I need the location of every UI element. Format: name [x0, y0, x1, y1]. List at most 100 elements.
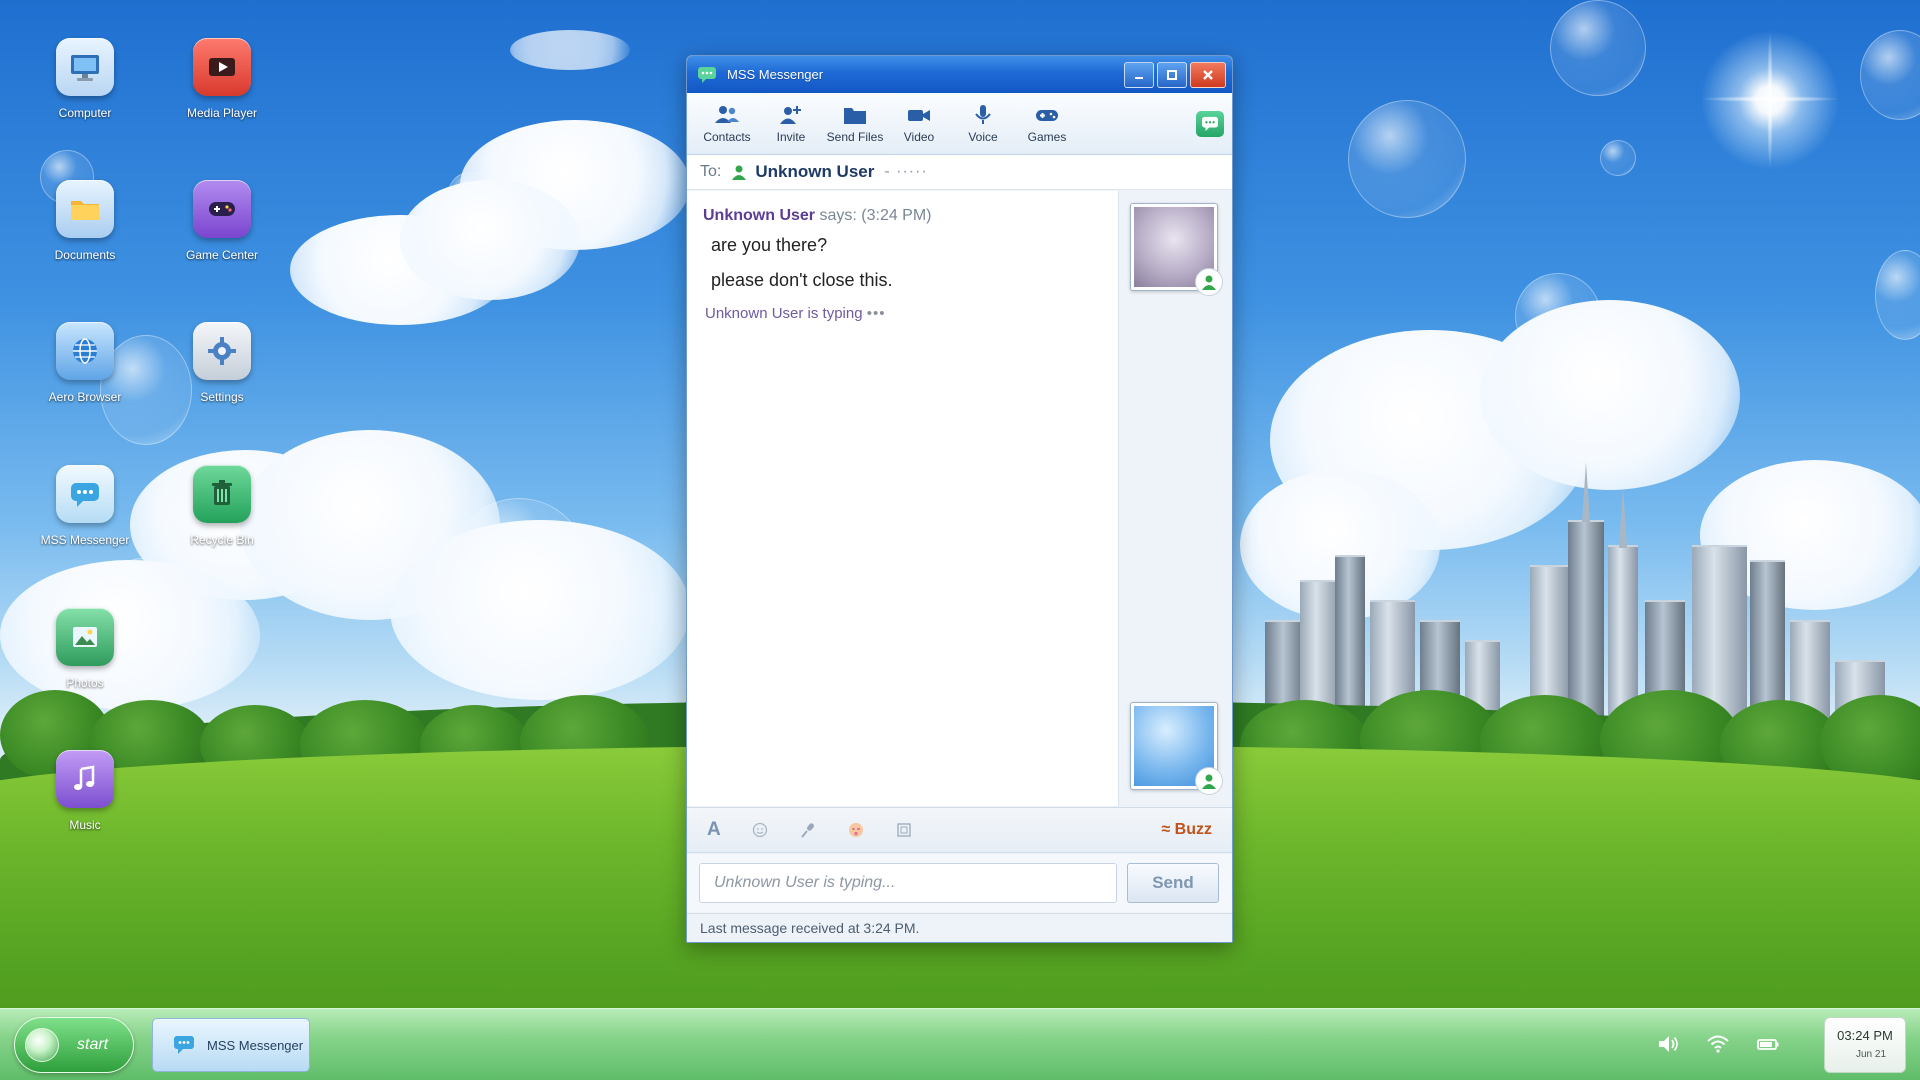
photo-icon	[56, 608, 114, 666]
wink-button[interactable]	[847, 821, 865, 839]
cloud	[390, 520, 690, 700]
system-tray	[1656, 1033, 1780, 1055]
messenger-toolbar: Contacts Invite Send Files Video Voice G…	[687, 93, 1232, 155]
desktop-icon-label: Music	[69, 818, 101, 832]
building-spire	[1619, 488, 1627, 548]
buzz-button[interactable]: ≈ Buzz	[1161, 821, 1212, 839]
folder-icon	[56, 180, 114, 238]
window-titlebar[interactable]: MSS Messenger	[687, 56, 1232, 93]
computer-icon	[56, 38, 114, 96]
cloud	[510, 30, 630, 70]
taskbar-item-mss-messenger[interactable]: MSS Messenger	[152, 1018, 310, 1072]
desktop-icon-label: Aero Browser	[48, 390, 122, 404]
bubble-decoration	[1860, 30, 1920, 120]
wifi-icon[interactable]	[1706, 1033, 1730, 1055]
desktop-icon-aero-browser[interactable]: Aero Browser	[25, 322, 145, 404]
clock-date: Jun 21	[1855, 1049, 1887, 1060]
minimize-icon	[1135, 76, 1143, 79]
messenger-app-icon	[698, 66, 716, 83]
desktop-icon-game-center[interactable]: Game Center	[162, 180, 282, 262]
bubble-decoration	[1600, 140, 1636, 176]
message-time: (3:24 PM)	[861, 207, 932, 224]
start-label: start	[77, 1036, 109, 1053]
to-label: To:	[700, 163, 722, 180]
building-spire	[1582, 462, 1590, 522]
desktop-icon-music[interactable]: Music	[25, 750, 145, 832]
desktop-icon-label: Game Center	[185, 248, 259, 262]
compose-row: Send	[687, 854, 1232, 912]
start-button[interactable]: start	[14, 1017, 134, 1073]
desktop-icon-label: Photos	[66, 676, 104, 690]
toolbar-contacts-button[interactable]: Contacts	[695, 103, 759, 144]
desktop-icon-mss-messenger[interactable]: MSS Messenger	[25, 465, 145, 547]
online-status-icon	[1195, 268, 1223, 296]
music-note-icon	[56, 750, 114, 808]
toolbar-video-button[interactable]: Video	[887, 103, 951, 144]
conversation-pane[interactable]: Unknown User says: (3:24 PM) are you the…	[687, 191, 1119, 806]
maximize-icon	[1167, 69, 1177, 80]
microphone-icon	[801, 823, 814, 838]
contact-avatar[interactable]	[1130, 203, 1223, 296]
desktop-icon-label: Media Player	[186, 106, 258, 120]
toolbar-games-button[interactable]: Games	[1015, 103, 1079, 144]
cloud	[400, 180, 580, 300]
image-icon	[897, 823, 911, 837]
typing-dots: •••	[866, 305, 886, 322]
chat-status-button[interactable]	[1196, 110, 1224, 137]
font-button[interactable]: A	[707, 819, 721, 841]
close-icon	[1203, 69, 1213, 80]
chat-icon	[1202, 116, 1218, 131]
send-button[interactable]: Send	[1127, 863, 1219, 903]
bubble-decoration	[1875, 250, 1920, 340]
recipient-status: - ·····	[884, 163, 928, 180]
desktop-icon-label: Documents	[54, 248, 116, 262]
video-camera-icon	[908, 110, 930, 121]
contacts-icon	[715, 106, 739, 123]
emoticon-button[interactable]	[751, 821, 769, 839]
message-header: Unknown User says: (3:24 PM)	[703, 207, 1102, 225]
desktop-icon-media-player[interactable]: Media Player	[162, 38, 282, 120]
desktop-icon-label: Settings	[200, 390, 244, 404]
chat-icon	[56, 465, 114, 523]
recipient-bar: To: Unknown User - ·····	[687, 155, 1232, 190]
toolbar-voice-button[interactable]: Voice	[951, 103, 1015, 144]
gamepad-icon	[193, 180, 251, 238]
desktop-icon-label: MSS Messenger	[40, 533, 130, 547]
start-orb-icon	[25, 1028, 59, 1062]
my-avatar[interactable]	[1130, 702, 1223, 795]
message-input[interactable]	[699, 863, 1117, 903]
gear-icon	[193, 322, 251, 380]
toolbar-send-files-button[interactable]: Send Files	[823, 103, 887, 144]
globe-icon	[56, 322, 114, 380]
microphone-icon	[975, 105, 991, 124]
message-says: says:	[819, 207, 857, 224]
recipient-name[interactable]: Unknown User	[755, 162, 874, 182]
smiley-icon	[752, 822, 767, 838]
desktop-icon-recycle-bin[interactable]: Recycle Bin	[162, 465, 282, 547]
desktop-icon-photos[interactable]: Photos	[25, 608, 145, 690]
desktop-icon-label: Computer	[58, 106, 112, 120]
maximize-button[interactable]	[1157, 61, 1187, 88]
toolbar-label: Invite	[776, 130, 806, 144]
cloud	[1480, 300, 1740, 490]
voice-clip-button[interactable]	[799, 821, 817, 839]
chat-icon	[174, 1036, 194, 1054]
desktop-icon-documents[interactable]: Documents	[25, 180, 145, 262]
taskbar-clock[interactable]: 03:24 PM Jun 21	[1824, 1017, 1906, 1073]
typing-text: Unknown User is typing	[705, 305, 863, 322]
sun-ray	[1767, 30, 1773, 170]
invite-user-icon	[780, 106, 801, 124]
desktop-icon-computer[interactable]: Computer	[25, 38, 145, 120]
minimize-button[interactable]	[1124, 61, 1154, 88]
close-button[interactable]	[1190, 61, 1226, 88]
typing-indicator: Unknown User is typing •••	[705, 305, 1102, 322]
volume-icon[interactable]	[1656, 1033, 1680, 1055]
status-bar: Last message received at 3:24 PM.	[687, 913, 1232, 942]
trash-icon	[193, 465, 251, 523]
background-button[interactable]	[895, 821, 913, 839]
battery-icon[interactable]	[1756, 1033, 1780, 1055]
desktop-icon-label: Recycle Bin	[190, 533, 254, 547]
bubble-decoration	[1348, 100, 1466, 218]
toolbar-invite-button[interactable]: Invite	[759, 103, 823, 144]
desktop-icon-settings[interactable]: Settings	[162, 322, 282, 404]
